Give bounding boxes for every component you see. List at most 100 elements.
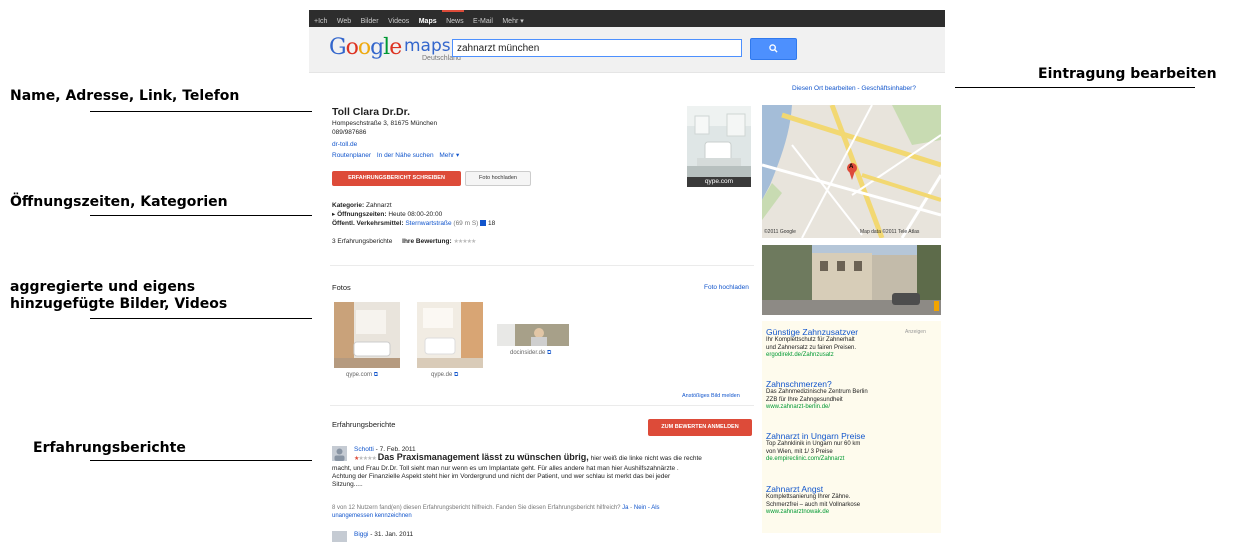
photo-thumb[interactable] (497, 324, 569, 346)
rating-stars-input[interactable]: ★★★★★ (453, 239, 476, 245)
search-input[interactable]: zahnarzt münchen (452, 39, 742, 57)
divider (330, 265, 754, 266)
flag-link[interactable]: - Als (648, 505, 660, 511)
review-text: hier weiß die linke nicht was die rechte (590, 455, 702, 462)
review-headline: Das Praxismanagement lässt zu wünschen ü… (377, 452, 589, 462)
annotation-line (90, 460, 312, 461)
ad-url[interactable]: de.empireclinic.com/Zahnarzt (766, 456, 936, 464)
annotation-edit-entry: Eintragung bearbeiten (1038, 66, 1217, 82)
photo-thumb[interactable] (334, 302, 400, 368)
annotation-name-address: Name, Adresse, Link, Telefon (10, 88, 240, 104)
ad-item[interactable]: Zahnschmerzen? Das Zahnmedizinische Zent… (766, 379, 936, 412)
review-text: Sitzung..... (332, 481, 363, 488)
category-label: Kategorie: (332, 202, 365, 209)
review-helpful-text: 8 von 12 Nutzern fand(en) diesen Erfahru… (332, 505, 621, 511)
ad-text: Das Zahnmedizinische Zentrum Berlin (766, 389, 868, 395)
place-name: Toll Clara Dr.Dr. (332, 106, 410, 118)
ad-url[interactable]: www.zahnarzt-berlin.de/ (766, 404, 936, 412)
pegman-icon[interactable] (934, 301, 939, 311)
annotation-reviews: Erfahrungsberichte (33, 440, 186, 456)
annotation-images-1: aggregierte und eigens (10, 279, 196, 295)
ad-text: Top Zahnklinik in Ungarn nur 60 km (766, 441, 861, 447)
review-date: - 31. Jan. 2011 (368, 531, 414, 538)
ad-text: Ihr Komplettschutz für Zahnerhalt (766, 337, 855, 343)
google-top-bar: +Ich Web Bilder Videos Maps News E-Mail … (309, 10, 945, 27)
photo-caption: docinsider.de ⧉ (510, 350, 552, 356)
review-author-link[interactable]: Schotti (354, 446, 374, 453)
transit-stop-link[interactable]: Sternwartstraße (405, 220, 451, 227)
map-copyright: ©2011 Google (764, 229, 796, 235)
photo-caption: qype.com (704, 178, 734, 185)
your-rating-label: Ihre Bewertung: (402, 238, 452, 245)
annotation-line (90, 318, 312, 319)
ad-text: Schmerzfrei – auch mit Vollnarkose (766, 501, 861, 508)
ad-url[interactable]: ergodirekt.de/Zahnzusatz (766, 352, 916, 360)
transit-label: Öffentl. Verkehrsmittel: (332, 220, 404, 227)
nearby-search-link[interactable]: In der Nähe suchen (377, 152, 434, 159)
annotation-line (90, 215, 312, 216)
review-rating-stars: ★★★★★ (354, 456, 377, 462)
transit-line: 18 (487, 220, 496, 227)
avatar[interactable] (332, 531, 347, 542)
upload-photo-button[interactable]: Foto hochladen (465, 171, 531, 186)
map-view[interactable]: A ©2011 Google Map data ©2011 Tele Atlas (762, 105, 941, 238)
write-review-button[interactable]: ERFAHRUNGSBERICHT SCHREIBEN (332, 171, 461, 186)
login-to-rate-button[interactable]: ZUM BEWERTEN ANMELDEN (648, 419, 752, 436)
ad-text: Komplettsanierung Ihrer Zähne. (766, 494, 851, 500)
ads-panel: Anzeigen Günstige Zahnzusatzver Ihr Komp… (762, 321, 941, 533)
ad-title[interactable]: Günstige Zahnzusatzver (766, 327, 916, 337)
hours-value: Heute 08:00-20:00 (388, 211, 443, 218)
divider (330, 405, 754, 406)
place-website-link[interactable]: dr-toll.de (332, 141, 357, 150)
annotation-images-2: hinzugefügte Bilder, Videos (10, 296, 228, 312)
ad-url[interactable]: www.zahnarztnowak.de (766, 509, 936, 517)
external-link-icon: ⧉ (373, 372, 378, 378)
reviews-title: Erfahrungsberichte (332, 420, 396, 429)
ad-text: ZZB für Ihre Zahngesundheit (766, 396, 843, 403)
google-logo[interactable]: Google (329, 35, 402, 60)
search-icon (769, 44, 778, 53)
active-tab-indicator (442, 10, 464, 12)
photo-caption: qype.com ⧉ (346, 372, 378, 378)
maps-label: maps (404, 36, 451, 56)
route-planner-link[interactable]: Routenplaner (332, 152, 371, 159)
ad-text: von Wien, mit 1/ 3 Preise (766, 448, 833, 455)
map-marker-label: A (849, 164, 854, 170)
ad-item[interactable]: Zahnarzt Angst Komplettsanierung Ihrer Z… (766, 484, 936, 517)
external-link-icon: ⧉ (547, 350, 552, 356)
annotation-hours: Öffnungszeiten, Kategorien (10, 194, 228, 210)
reviews-count[interactable]: 3 Erfahrungsberichte (332, 238, 392, 245)
review-author-link[interactable]: Biggi (354, 531, 368, 538)
map-data-copyright: Map data ©2011 Tele Atlas (860, 229, 920, 235)
ad-item[interactable]: Günstige Zahnzusatzver Ihr Komplettschut… (766, 327, 916, 360)
helpful-yes-link[interactable]: Ja (622, 505, 628, 511)
external-link-icon: ⧉ (454, 372, 459, 378)
place-address: Hompeschstraße 3, 81675 München (332, 120, 438, 127)
search-button[interactable] (750, 38, 797, 60)
annotation-line (90, 111, 312, 112)
flag-inappropriate-link[interactable]: unangemessen kennzeichnen (332, 513, 412, 519)
photo-thumb[interactable] (417, 302, 483, 368)
ad-title[interactable]: Zahnschmerzen? (766, 379, 936, 389)
ad-item[interactable]: Zahnarzt in Ungarn Preise Top Zahnklinik… (766, 431, 936, 464)
place-photo[interactable]: qype.com (687, 106, 751, 187)
tram-icon (480, 220, 487, 227)
ad-title[interactable]: Zahnarzt in Ungarn Preise (766, 431, 936, 441)
street-view-image[interactable] (762, 245, 941, 315)
hours-label[interactable]: Öffnungszeiten: (337, 211, 386, 218)
transit-distance: (69 m S) (453, 220, 479, 227)
photos-title: Fotos (332, 283, 351, 292)
maps-header: Google maps Deutschland zahnarzt münchen (309, 27, 945, 73)
ad-title[interactable]: Zahnarzt Angst (766, 484, 936, 494)
photos-upload-link[interactable]: Foto hochladen (704, 284, 749, 293)
edit-place-link[interactable]: Diesen Ort bearbeiten - Geschäftsinhaber… (792, 85, 916, 94)
ad-text: und Zahnersatz zu fairen Preisen. (766, 344, 857, 351)
category-value: Zahnarzt (365, 202, 392, 209)
helpful-no-link[interactable]: Nein (634, 505, 646, 511)
more-dropdown[interactable]: Mehr ▾ (439, 152, 459, 159)
photo-caption: qype.de ⧉ (431, 372, 459, 378)
annotation-line (955, 87, 1195, 88)
avatar[interactable] (332, 446, 347, 461)
report-image-link[interactable]: Anstößiges Bild melden (682, 393, 740, 399)
place-phone: 089/987686 (332, 129, 367, 136)
